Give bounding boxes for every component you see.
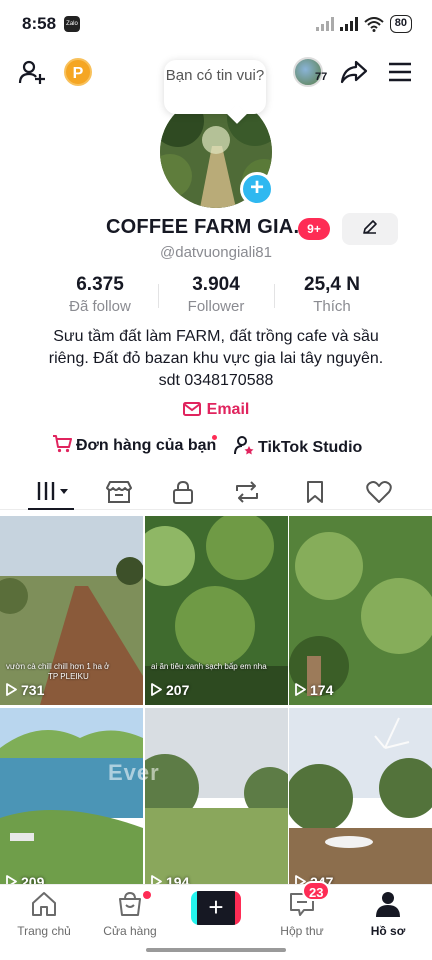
stat-value: 3.904	[192, 274, 240, 295]
lock-icon	[173, 480, 193, 504]
play-icon	[151, 683, 162, 699]
view-count: 731	[6, 682, 44, 699]
divider	[158, 284, 159, 308]
shopping-bag-icon	[119, 891, 141, 916]
repost-icon	[236, 481, 258, 503]
menu-icon[interactable]	[388, 62, 412, 87]
bookmark-icon	[307, 481, 323, 503]
profile-name: COFFEE FARM GIA...	[106, 216, 311, 238]
nav-label: Trang chủ	[17, 924, 71, 938]
view-count-value: 207	[166, 682, 190, 698]
shop-notification-dot	[143, 891, 151, 899]
orders-notification-dot	[212, 435, 217, 440]
storefront-icon	[106, 481, 132, 503]
shop-tab[interactable]	[104, 480, 134, 506]
cart-icon	[52, 435, 72, 458]
nav-label: Hồ sơ	[370, 924, 406, 938]
view-count-value: 174	[310, 682, 334, 698]
nav-shop[interactable]: Cửa hàng	[90, 891, 170, 938]
video-tile[interactable]: 209	[0, 708, 143, 897]
signal-icon	[339, 17, 358, 31]
email-label: Email	[206, 401, 250, 418]
share-icon[interactable]	[340, 60, 368, 89]
name-badge[interactable]: 9+	[298, 218, 330, 240]
email-link[interactable]: Email	[0, 401, 432, 421]
studio-label: TikTok Studio	[258, 439, 363, 456]
video-tile[interactable]: 247	[289, 708, 432, 897]
coin-icon[interactable]: P	[64, 58, 92, 86]
bottom-nav: Trang chủ Cửa hàng + Hộp thư 23 Hồ sơ	[0, 881, 432, 960]
email-icon	[182, 402, 201, 421]
wifi-icon	[364, 16, 384, 32]
orders-link[interactable]: Đơn hàng của bạn	[52, 435, 216, 458]
battery-icon: 80	[389, 15, 412, 33]
studio-icon	[234, 435, 254, 460]
video-tile[interactable]: vườn cà chill chill hơn 1 ha ở TP PLEIKU…	[0, 516, 143, 705]
pencil-icon	[363, 220, 377, 234]
orders-label: Đơn hàng của bạn	[76, 437, 217, 454]
video-tile[interactable]: ai ăn tiêu xanh sạch bấp em nha 207	[145, 516, 288, 705]
favorites-tab[interactable]	[300, 480, 330, 506]
view-count: 207	[151, 682, 189, 699]
stat-label: Follower	[187, 298, 245, 315]
stat-following[interactable]: 6.375 Đã follow	[45, 274, 155, 315]
home-icon	[32, 892, 56, 916]
active-tab-indicator	[28, 508, 74, 510]
view-count: 174	[295, 682, 333, 699]
video-caption: ai ăn tiêu xanh sạch bấp em nha	[151, 662, 267, 671]
profile-icon	[376, 892, 400, 917]
stat-label: Đã follow	[69, 298, 131, 315]
nav-label: Hộp thư	[280, 924, 324, 938]
nav-label: Cửa hàng	[103, 924, 157, 938]
grid-icon	[37, 482, 68, 500]
status-right: 80	[315, 15, 412, 33]
liked-tab[interactable]	[364, 480, 394, 506]
home-indicator	[146, 948, 286, 952]
nav-inbox[interactable]: Hộp thư	[262, 891, 342, 938]
play-icon	[295, 683, 306, 699]
name-row: COFFEE FARM GIA... 9+	[0, 213, 432, 246]
divider	[274, 284, 275, 308]
create-button[interactable]: +	[191, 891, 241, 925]
signal-icon	[315, 17, 334, 31]
video-thumbnail	[289, 516, 432, 705]
quick-links: Đơn hàng của bạn TikTok Studio	[0, 435, 432, 459]
studio-link[interactable]: TikTok Studio	[234, 435, 362, 460]
video-caption: vườn cà chill chill hơn 1 ha ở	[6, 662, 110, 671]
edit-profile-button[interactable]	[342, 213, 398, 245]
mini-avatar-count: 77	[315, 71, 328, 83]
video-thumbnail	[145, 708, 288, 897]
stat-label: Thích	[313, 298, 351, 315]
watermark: Ever	[108, 760, 160, 785]
note-bubble[interactable]: Bạn có tin vui?	[164, 60, 266, 114]
private-tab[interactable]	[168, 480, 198, 506]
profile-handle: @datvuongiali81	[160, 244, 272, 261]
status-bar: 8:58 Zalo 80	[0, 0, 432, 48]
stat-value: 6.375	[76, 274, 124, 295]
status-time: 8:58	[22, 14, 57, 33]
video-tile[interactable]: 194	[145, 708, 288, 897]
stats: 6.375 Đã follow 3.904 Follower 25,4 N Th…	[0, 274, 432, 318]
video-thumbnail	[289, 708, 432, 897]
profile-bio: Sưu tầm đất làm FARM, đất trồng cafe và …	[48, 328, 384, 389]
view-count-value: 731	[21, 682, 45, 698]
video-caption-line2: TP PLEIKU	[48, 672, 89, 681]
videos-tab[interactable]	[36, 480, 68, 506]
stat-likes[interactable]: 25,4 N Thích	[277, 274, 387, 315]
nav-profile[interactable]: Hồ sơ	[348, 891, 428, 938]
video-tile[interactable]: 174	[289, 516, 432, 705]
heart-icon	[366, 481, 392, 503]
stat-value: 25,4 N	[304, 274, 360, 295]
add-story-button[interactable]: +	[240, 172, 274, 206]
inbox-badge: 23	[302, 881, 331, 901]
nav-home[interactable]: Trang chủ	[4, 891, 84, 938]
stat-followers[interactable]: 3.904 Follower	[161, 274, 271, 315]
video-thumbnail	[145, 516, 288, 705]
zalo-notification-icon: Zalo	[64, 16, 80, 32]
video-thumbnail	[0, 708, 143, 897]
repost-tab[interactable]	[232, 480, 262, 506]
play-icon	[6, 683, 17, 699]
add-friend-icon[interactable]	[18, 58, 46, 91]
content-tabs	[0, 478, 432, 510]
